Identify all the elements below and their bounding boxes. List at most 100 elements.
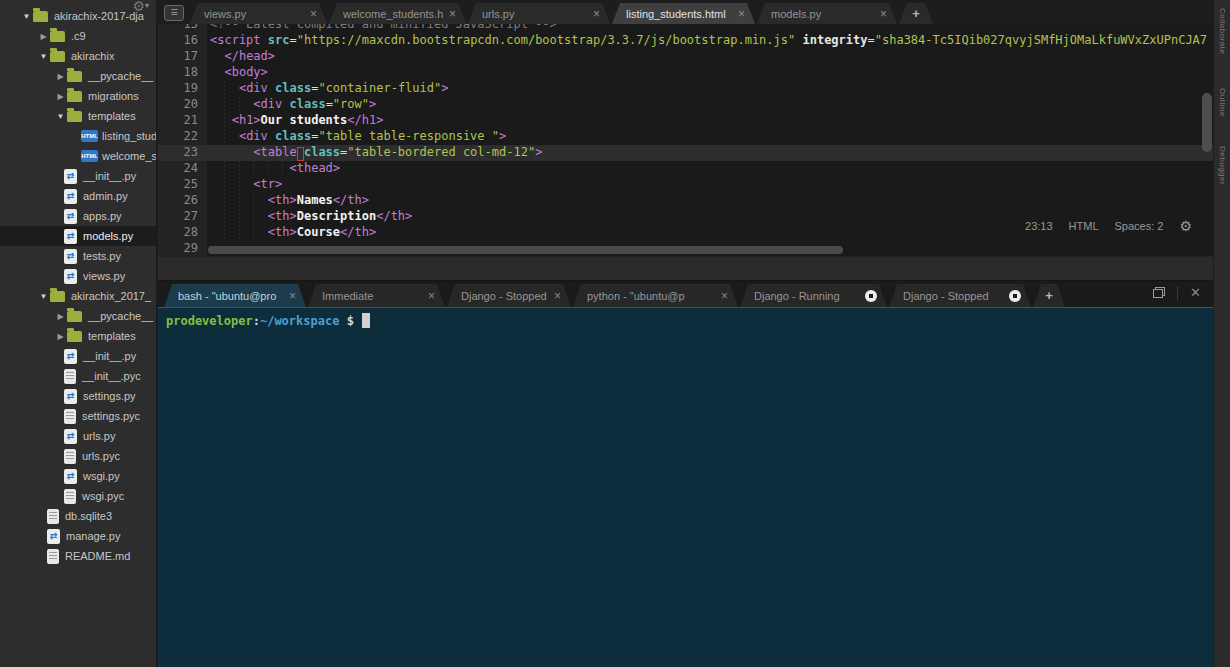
editor-tab-urls-py[interactable]: urls.py× — [468, 3, 610, 24]
tab-label: Django - Stopped — [461, 290, 548, 302]
tree-item-label: akirachix_2017_ — [71, 290, 151, 302]
right-panel-button-outline[interactable]: Outline — [1218, 88, 1227, 117]
tree-item-wsgi-pyc[interactable]: wsgi.pyc — [0, 486, 156, 506]
terminal-tab-bash-ubuntu-pro[interactable]: bash - "ubuntu@pro× — [164, 284, 306, 307]
line-number: 25 — [158, 177, 207, 193]
close-tab-icon[interactable]: × — [289, 289, 296, 303]
tree-item-akirachix[interactable]: ▼akirachix — [0, 46, 156, 66]
tree-item-urls-py[interactable]: ⇄urls.py — [0, 426, 156, 446]
editor-tab-models-py[interactable]: models.py× — [757, 3, 897, 24]
folder-icon — [33, 11, 48, 22]
right-panel-button-debugger[interactable]: Debugger — [1218, 146, 1227, 185]
tree-item--init-pyc[interactable]: __init__.pyc — [0, 366, 156, 386]
tab-label: Immediate — [322, 290, 422, 302]
tab-list-icon[interactable]: ☰ — [164, 5, 184, 21]
ide-window: ⚙▾ ▼akirachix-2017-dja▶.c9▼akirachix▶__p… — [0, 0, 1230, 667]
editor-tab-welcome-students-h[interactable]: welcome_students.h× — [329, 3, 466, 24]
tree-item-urls-pyc[interactable]: urls.pyc — [0, 446, 156, 466]
process-status-icon[interactable] — [1009, 290, 1021, 302]
pane-splitter[interactable] — [158, 256, 1213, 281]
close-tab-icon[interactable]: × — [721, 289, 728, 303]
tree-item-models-py[interactable]: ⇄models.py — [0, 226, 156, 246]
tree-item--init-py[interactable]: ⇄__init__.py — [0, 166, 156, 186]
code-line-26: <th>Names</th> — [207, 193, 1213, 209]
new-tab-button[interactable]: + — [899, 3, 933, 24]
tree-item-apps-py[interactable]: ⇄apps.py — [0, 206, 156, 226]
vertical-scrollbar[interactable] — [1202, 93, 1212, 152]
tree-item-settings-pyc[interactable]: settings.pyc — [0, 406, 156, 426]
tree-settings-gear-icon[interactable]: ⚙▾ — [132, 0, 149, 14]
tree-item-label: db.sqlite3 — [65, 510, 112, 522]
cursor-position[interactable]: 23:13 — [1025, 220, 1053, 232]
indent-setting[interactable]: Spaces: 2 — [1115, 220, 1164, 232]
chevron-right-icon[interactable]: ▶ — [37, 32, 50, 41]
right-panel-strip: Collaborate Outline Debugger — [1213, 0, 1230, 667]
code-line-21: <h1>Our students</h1> — [207, 113, 1213, 129]
python-file-icon: ⇄ — [64, 249, 77, 264]
close-pane-icon[interactable]: ✕ — [1190, 285, 1201, 300]
horizontal-scrollbar[interactable] — [208, 246, 843, 254]
terminal-tab-immediate[interactable]: Immediate × — [308, 284, 445, 307]
process-status-icon[interactable] — [865, 290, 877, 302]
code-editor[interactable]: 151617181920212223242526272829 <!-- Late… — [158, 24, 1213, 256]
close-tab-icon[interactable]: × — [593, 7, 600, 21]
terminal-tab-python-ubuntu-p[interactable]: python - "ubuntu@p× — [573, 284, 738, 307]
tree-item-views-py[interactable]: ⇄views.py — [0, 266, 156, 286]
tree-item-templates[interactable]: ▼templates — [0, 106, 156, 126]
tree-item-readme-md[interactable]: README.md — [0, 546, 156, 566]
tree-item--init-py[interactable]: ⇄__init__.py — [0, 346, 156, 366]
folder-icon — [50, 51, 65, 62]
chevron-down-icon[interactable]: ▼ — [37, 52, 50, 61]
close-tab-icon[interactable]: × — [428, 289, 435, 303]
close-tab-icon[interactable]: × — [310, 7, 317, 21]
terminal-tab-django-running[interactable]: Django - Running — [740, 284, 887, 307]
tree-item-admin-py[interactable]: ⇄admin.py — [0, 186, 156, 206]
tree-item-akirachix-2017-[interactable]: ▼ akirachix_2017_ — [0, 286, 156, 306]
close-tab-icon[interactable]: × — [554, 289, 561, 303]
terminal-tab-django-stopped[interactable]: Django - Stopped × — [447, 284, 571, 307]
file-icon — [64, 369, 76, 384]
file-icon — [64, 449, 76, 464]
editor-tab-listing-students-html[interactable]: listing_students.html× — [612, 3, 755, 24]
editor-tab-bar: ☰ views.py×welcome_students.h×urls.py×li… — [158, 0, 1213, 24]
tree-item-migrations[interactable]: ▶migrations — [0, 86, 156, 106]
chevron-right-icon[interactable]: ▶ — [54, 332, 67, 341]
close-tab-icon[interactable]: × — [880, 7, 887, 21]
tree-item-settings-py[interactable]: ⇄settings.py — [0, 386, 156, 406]
chevron-right-icon[interactable]: ▶ — [54, 312, 67, 321]
code-line-19: <div class="container-fluid"> — [207, 81, 1213, 97]
tree-item-templates[interactable]: ▶templates — [0, 326, 156, 346]
editor-tab-views-py[interactable]: views.py× — [190, 3, 327, 24]
tree-item-welcome-students-html[interactable]: HTMLwelcome_students.html — [0, 146, 156, 166]
chevron-right-icon[interactable]: ▶ — [54, 72, 67, 81]
right-panel-button-collaborate[interactable]: Collaborate — [1218, 8, 1227, 54]
terminal[interactable]: prodeveloper:~/workspace $ — [158, 307, 1213, 667]
close-tab-icon[interactable]: × — [449, 7, 456, 21]
chevron-down-icon[interactable]: ▼ — [37, 292, 50, 301]
line-number: 23 — [158, 145, 207, 161]
chevron-right-icon[interactable]: ▶ — [54, 92, 67, 101]
chevron-down-icon[interactable]: ▼ — [54, 112, 67, 121]
tree-item-label: urls.pyc — [82, 450, 120, 462]
terminal-tab-django-stopped[interactable]: Django - Stopped — [889, 284, 1031, 307]
tree-item-label: .c9 — [71, 30, 86, 42]
tree-item-listing-students-html[interactable]: HTMLlisting_students.html — [0, 126, 156, 146]
tree-item--c9[interactable]: ▶ .c9 — [0, 26, 156, 46]
editor-settings-gear-icon[interactable]: ⚙ — [1179, 218, 1192, 234]
file-icon — [64, 489, 76, 504]
new-terminal-button[interactable]: + — [1033, 284, 1065, 307]
close-tab-icon[interactable]: × — [738, 7, 745, 21]
tree-item--pycache-[interactable]: ▶__pycache__ — [0, 306, 156, 326]
tree-item-tests-py[interactable]: ⇄tests.py — [0, 246, 156, 266]
main-area: ☰ views.py×welcome_students.h×urls.py×li… — [158, 0, 1230, 667]
tree-item-manage-py[interactable]: ⇄manage.py — [0, 526, 156, 546]
chevron-down-icon[interactable]: ▼ — [20, 12, 33, 21]
file-icon — [47, 549, 59, 564]
tree-item-db-sqlite3[interactable]: db.sqlite3 — [0, 506, 156, 526]
tree-item--pycache-[interactable]: ▶__pycache__ — [0, 66, 156, 86]
html-file-icon: HTML — [81, 150, 98, 162]
tree-item-wsgi-py[interactable]: ⇄wsgi.py — [0, 466, 156, 486]
syntax-mode[interactable]: HTML — [1069, 220, 1099, 232]
code-line-16: <script src="https://maxcdn.bootstrapcdn… — [207, 33, 1213, 49]
restore-pane-icon[interactable] — [1153, 287, 1165, 298]
